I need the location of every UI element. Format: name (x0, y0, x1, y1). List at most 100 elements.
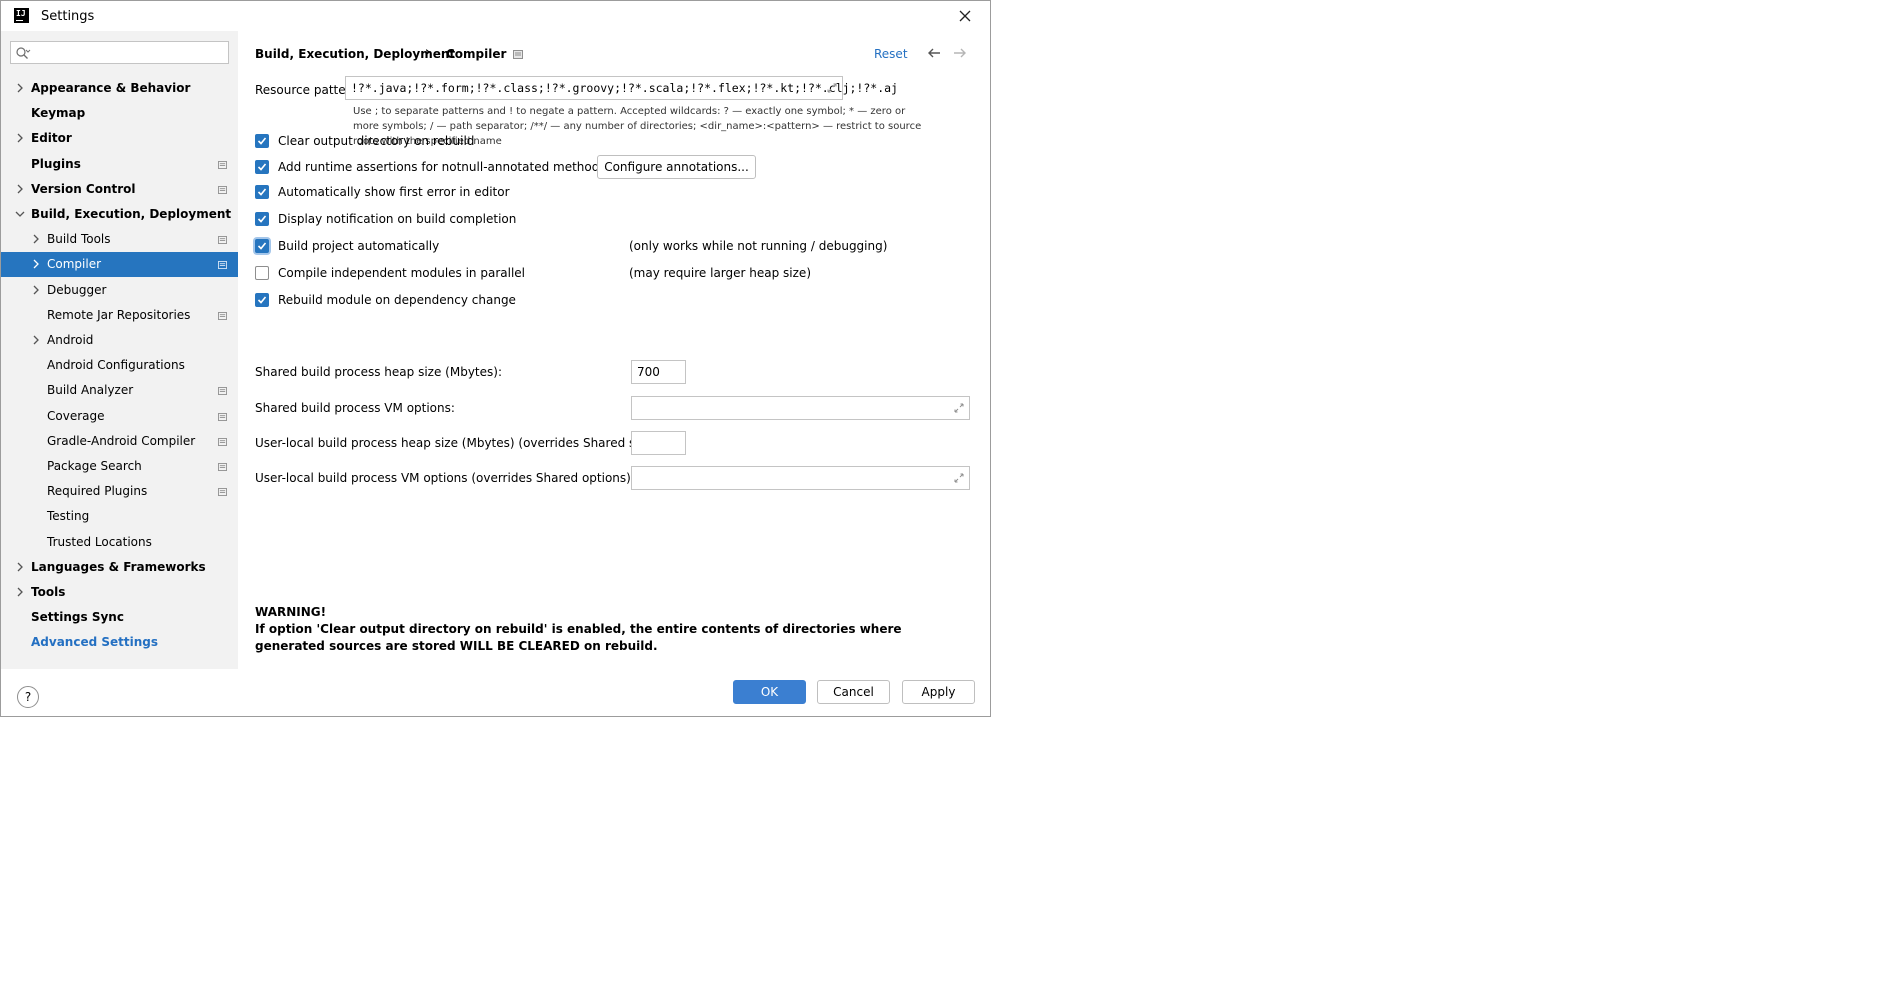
sidebar-item-label: Languages & Frameworks (31, 559, 206, 574)
project-level-icon (218, 463, 227, 471)
sidebar-item-build-tools[interactable]: Build Tools (1, 227, 238, 252)
heap-size-label: Shared build process heap size (Mbytes): (255, 365, 502, 379)
cancel-button[interactable]: Cancel (817, 680, 890, 704)
chevron-right-icon[interactable] (15, 83, 25, 93)
checkbox-label: Compile independent modules in parallel (278, 266, 525, 280)
sidebar-item-label: Gradle-Android Compiler (47, 433, 196, 448)
project-level-icon (218, 160, 227, 169)
chevron-right-icon[interactable] (31, 335, 41, 345)
sidebar-item-testing[interactable]: Testing (1, 504, 238, 529)
expand-icon[interactable] (827, 83, 837, 93)
reset-link[interactable]: Reset (874, 47, 908, 61)
checkbox-box[interactable] (255, 212, 269, 226)
sidebar-item-appearance-behavior[interactable]: Appearance & Behavior (1, 76, 238, 101)
sidebar-item-package-search[interactable]: Package Search (1, 454, 238, 479)
local-vm-options-label: User-local build process VM options (ove… (255, 471, 635, 485)
sidebar-item-label: Trusted Locations (47, 534, 152, 549)
sidebar-item-label: Build, Execution, Deployment (31, 207, 232, 221)
sidebar-item-label: Keymap (31, 106, 86, 121)
sidebar-item-languages-frameworks[interactable]: Languages & Frameworks (1, 555, 238, 580)
checkbox-box[interactable] (255, 293, 269, 307)
warning-message: WARNING! If option 'Clear output directo… (255, 604, 975, 655)
back-arrow-icon[interactable] (926, 46, 942, 60)
apply-button[interactable]: Apply (902, 680, 975, 704)
sidebar-item-keymap[interactable]: Keymap (1, 101, 238, 126)
sidebar-item-label: Compiler (47, 257, 102, 272)
local-vm-options-field[interactable] (631, 466, 970, 490)
sidebar-item-settings-sync[interactable]: Settings Sync (1, 605, 238, 630)
sidebar-item-compiler[interactable]: Compiler (1, 252, 238, 278)
checkbox-label: Rebuild module on dependency change (278, 293, 516, 307)
chevron-right-icon[interactable] (31, 259, 41, 269)
compiler-settings-panel: Build, Execution, Deployment › Compiler … (238, 31, 990, 669)
sidebar-item-label: Build Tools (47, 232, 111, 247)
project-level-icon (218, 437, 227, 446)
chevron-right-icon[interactable] (15, 587, 25, 597)
sidebar-item-plugins[interactable]: Plugins (1, 152, 238, 177)
checkbox-box[interactable] (255, 160, 269, 174)
project-level-icon (218, 261, 227, 270)
expand-icon[interactable] (954, 403, 964, 413)
sidebar-item-android-configurations[interactable]: Android Configurations (1, 353, 238, 378)
title-bar: IJ Settings (1, 1, 990, 31)
project-level-icon (218, 236, 227, 245)
checkbox-label: Automatically show first error in editor (278, 185, 510, 199)
chevron-right-icon[interactable] (31, 234, 41, 244)
sidebar-item-debugger[interactable]: Debugger (1, 278, 238, 303)
sidebar-item-coverage[interactable]: Coverage (1, 404, 238, 429)
sidebar-item-version-control[interactable]: Version Control (1, 177, 238, 202)
sidebar-item-required-plugins[interactable]: Required Plugins (1, 479, 238, 504)
sidebar-item-advanced-settings[interactable]: Advanced Settings (1, 630, 238, 655)
sidebar-item-gradle-android-compiler[interactable]: Gradle-Android Compiler (1, 429, 238, 454)
sidebar-item-label: Android (47, 333, 94, 347)
help-icon: ? (24, 690, 32, 704)
search-input[interactable] (10, 41, 229, 64)
vm-options-label: Shared build process VM options: (255, 401, 455, 415)
sidebar-item-label: Package Search (47, 459, 142, 473)
close-button[interactable] (951, 4, 979, 28)
window-title: Settings (41, 9, 95, 24)
expand-icon[interactable] (954, 473, 964, 483)
resource-patterns-value: !?*.java;!?*.form;!?*.class;!?*.groovy;!… (351, 81, 898, 95)
search-icon (16, 47, 31, 59)
sidebar-item-build-analyzer[interactable]: Build Analyzer (1, 378, 238, 403)
project-level-icon (513, 50, 523, 59)
local-heap-size-label: User-local build process heap size (Mbyt… (255, 436, 662, 450)
warning-text: If option 'Clear output directory on reb… (255, 622, 902, 653)
project-level-icon (218, 311, 227, 320)
hint-line: Use ; to separate patterns and ! to nega… (353, 106, 906, 117)
sidebar-item-tools[interactable]: Tools (1, 580, 238, 605)
chevron-right-icon[interactable] (15, 133, 25, 143)
forward-arrow-icon (954, 48, 966, 58)
project-level-icon (218, 488, 227, 497)
heap-size-field[interactable]: 700 (631, 360, 686, 384)
sidebar-item-label: Build Analyzer (47, 383, 134, 398)
sidebar-item-build-execution-deployment[interactable]: Build, Execution, Deployment (1, 202, 238, 227)
resource-patterns-field[interactable]: !?*.java;!?*.form;!?*.class;!?*.groovy;!… (345, 76, 898, 100)
sidebar-item-label: Tools (31, 585, 66, 599)
sidebar-item-label: Appearance & Behavior (31, 81, 191, 95)
sidebar-item-android[interactable]: Android (1, 328, 238, 353)
checkbox-box[interactable] (255, 185, 269, 199)
chevron-right-icon[interactable] (15, 184, 25, 194)
chevron-right-icon[interactable] (15, 562, 25, 572)
sidebar-item-label: Debugger (47, 282, 107, 297)
chevron-down-icon[interactable] (15, 209, 25, 219)
help-button[interactable]: ? (17, 686, 39, 708)
sidebar-item-editor[interactable]: Editor (1, 126, 238, 151)
sidebar-item-label: Android Configurations (47, 358, 185, 373)
sidebar-item-label: Version Control (31, 181, 136, 196)
checkbox-box[interactable] (255, 239, 269, 253)
local-heap-size-field[interactable] (631, 431, 686, 455)
sidebar-item-trusted-locations[interactable]: Trusted Locations (1, 530, 238, 555)
ok-button[interactable]: OK (733, 680, 806, 704)
configure-annotations-button[interactable]: Configure annotations... (597, 155, 756, 179)
checkbox-box[interactable] (255, 266, 269, 280)
sidebar-item-label: Required Plugins (47, 484, 148, 499)
vm-options-field[interactable] (631, 396, 970, 420)
sidebar-item-label: Editor (31, 131, 72, 146)
close-icon (959, 10, 971, 22)
checkbox-box[interactable] (255, 134, 269, 148)
sidebar-item-remote-jar-repositories[interactable]: Remote Jar Repositories (1, 303, 238, 328)
chevron-right-icon[interactable] (31, 285, 41, 295)
